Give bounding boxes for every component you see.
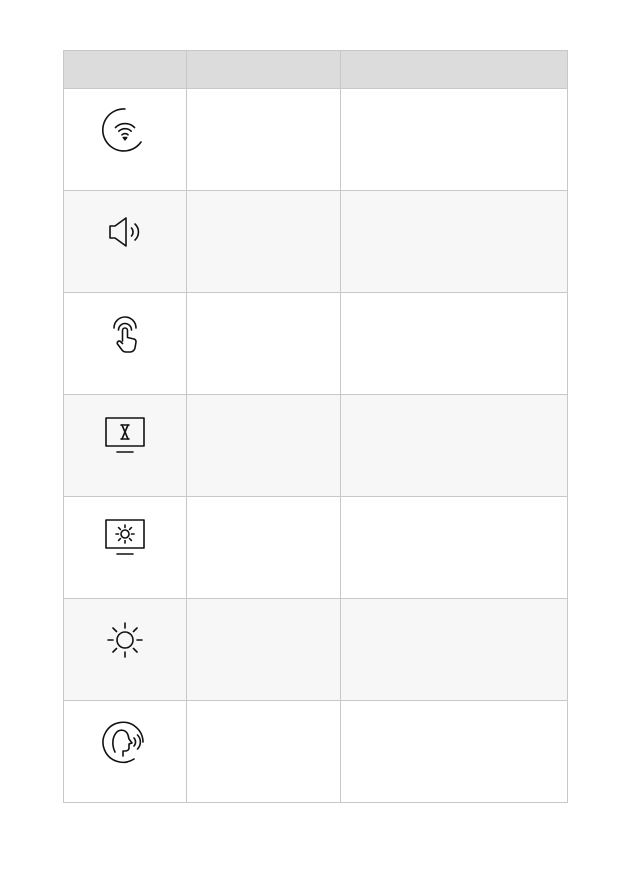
table-row xyxy=(63,598,568,701)
description-cell xyxy=(340,496,568,599)
description-cell xyxy=(340,88,568,191)
name-cell xyxy=(186,88,341,191)
table-row xyxy=(63,292,568,395)
icon-cell xyxy=(63,292,187,395)
description-cell xyxy=(340,292,568,395)
icon-cell xyxy=(63,700,187,803)
icon-cell xyxy=(63,496,187,599)
screen-timer-icon xyxy=(101,412,149,460)
description-cell xyxy=(340,190,568,293)
table-row xyxy=(63,394,568,497)
name-cell xyxy=(186,394,341,497)
table-row xyxy=(63,88,568,191)
icon-cell xyxy=(63,190,187,293)
settings-icon-table xyxy=(63,50,568,803)
brightness-icon xyxy=(101,616,149,664)
icon-cell xyxy=(63,598,187,701)
table-header-row xyxy=(63,50,568,89)
header-description xyxy=(340,50,568,89)
table-row xyxy=(63,496,568,599)
description-cell xyxy=(340,700,568,803)
name-cell xyxy=(186,598,341,701)
header-icon xyxy=(63,50,187,89)
table-row xyxy=(63,190,568,293)
name-cell xyxy=(186,496,341,599)
voice-icon xyxy=(101,718,149,766)
name-cell xyxy=(186,700,341,803)
header-name xyxy=(186,50,341,89)
icon-cell xyxy=(63,88,187,191)
wifi-icon xyxy=(101,106,149,154)
screen-brightness-icon xyxy=(101,514,149,562)
touch-icon xyxy=(101,310,149,358)
name-cell xyxy=(186,190,341,293)
description-cell xyxy=(340,598,568,701)
name-cell xyxy=(186,292,341,395)
table-row xyxy=(63,700,568,803)
volume-icon xyxy=(101,208,149,256)
icon-cell xyxy=(63,394,187,497)
description-cell xyxy=(340,394,568,497)
